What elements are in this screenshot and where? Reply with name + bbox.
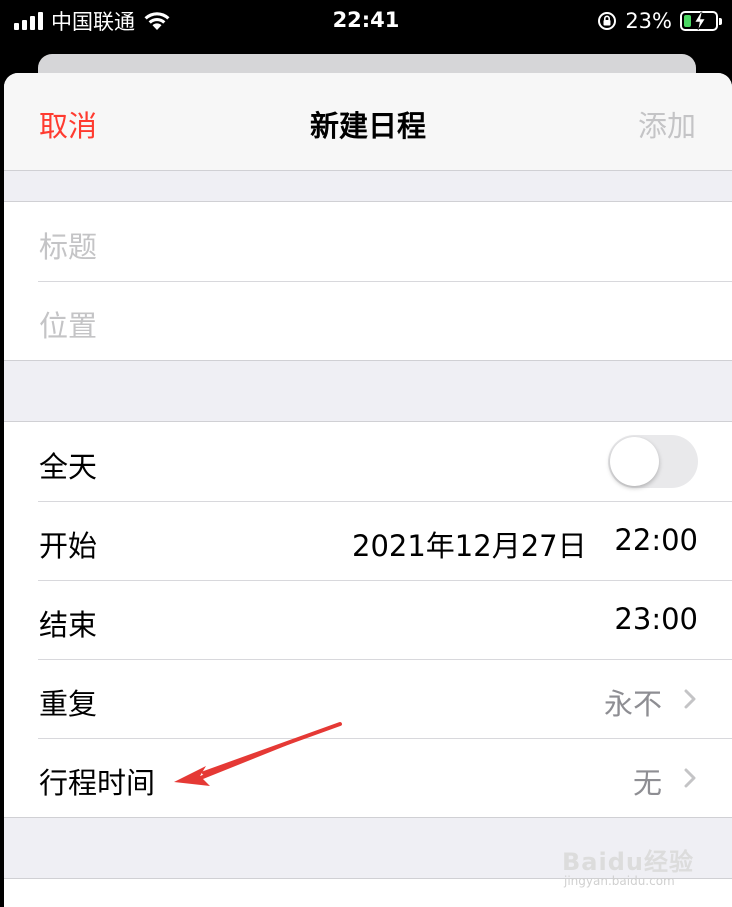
annotation-arrow bbox=[174, 722, 342, 786]
navigation-bar: 取消 新建日程 添加 bbox=[4, 73, 732, 171]
status-right: 23% bbox=[597, 8, 722, 34]
title-field[interactable]: 标题 bbox=[4, 202, 732, 281]
repeat-label: 重复 bbox=[39, 687, 98, 721]
add-button[interactable]: 添加 bbox=[638, 103, 696, 145]
all-day-toggle[interactable] bbox=[608, 435, 698, 488]
battery-level bbox=[684, 15, 691, 27]
travel-time-row[interactable]: 行程时间 无 bbox=[4, 738, 732, 817]
datetime-group: 全天 开始 2021年12月27日 22:00 结束 23:00 重复 永不 行… bbox=[4, 421, 732, 818]
battery-charging-icon bbox=[680, 11, 722, 31]
charging-bolt-icon bbox=[694, 11, 706, 31]
location-placeholder: 位置 bbox=[39, 309, 98, 343]
chevron-right-icon bbox=[684, 689, 696, 709]
battery-percent: 23% bbox=[625, 9, 672, 33]
page-title: 新建日程 bbox=[309, 109, 426, 143]
orientation-lock-icon bbox=[598, 12, 617, 30]
start-date[interactable]: 2021年12月27日 bbox=[352, 523, 587, 565]
end-label: 结束 bbox=[39, 608, 98, 642]
end-time[interactable]: 23:00 bbox=[614, 602, 698, 636]
all-day-row: 全天 bbox=[4, 422, 732, 501]
repeat-value: 永不 bbox=[603, 687, 662, 721]
start-row[interactable]: 开始 2021年12月27日 22:00 bbox=[4, 501, 732, 580]
title-placeholder: 标题 bbox=[39, 230, 98, 264]
title-location-group: 标题 位置 bbox=[4, 201, 732, 361]
end-row[interactable]: 结束 23:00 bbox=[4, 580, 732, 659]
toggle-knob bbox=[610, 437, 659, 486]
watermark-sub: jingyan.baidu.com bbox=[564, 874, 675, 888]
new-event-sheet: 取消 新建日程 添加 标题 位置 全天 开始 2021年12月27日 22:00… bbox=[4, 73, 732, 907]
watermark: Baidu经验 jingyan.baidu.com bbox=[560, 828, 700, 888]
location-field[interactable]: 位置 bbox=[4, 281, 732, 360]
travel-time-value: 无 bbox=[632, 766, 662, 800]
all-day-label: 全天 bbox=[39, 450, 98, 484]
start-label: 开始 bbox=[39, 529, 98, 563]
chevron-right-icon bbox=[684, 768, 696, 788]
start-time[interactable]: 22:00 bbox=[614, 523, 698, 557]
repeat-row[interactable]: 重复 永不 bbox=[4, 659, 732, 738]
status-bar: 中国联通 22:41 23% bbox=[0, 0, 732, 44]
travel-time-label: 行程时间 bbox=[39, 766, 156, 800]
watermark-text: Baidu经验 bbox=[562, 848, 694, 876]
